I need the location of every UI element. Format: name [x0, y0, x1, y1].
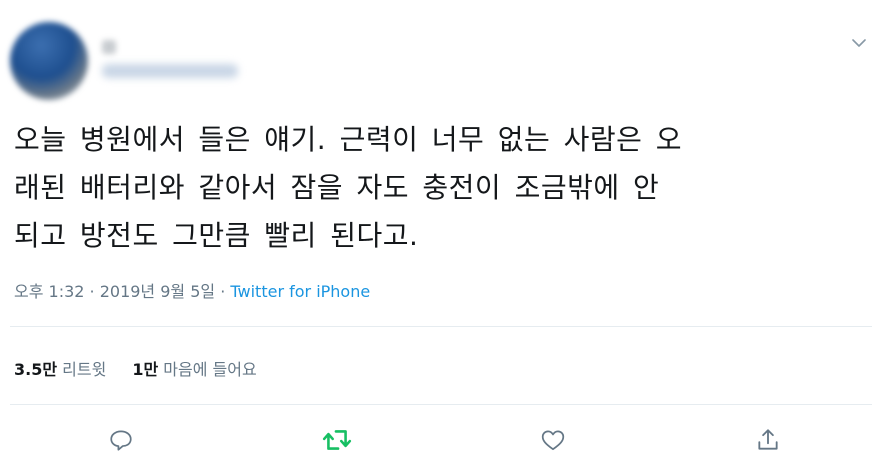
retweets-count: 3.5만	[14, 360, 58, 379]
reply-icon	[110, 430, 132, 451]
likes-count: 1만	[132, 360, 159, 379]
retweet-button[interactable]	[317, 420, 357, 460]
tweet-stats: 3.5만 리트윗 1만 마음에 들어요	[14, 356, 283, 380]
heart-icon	[541, 430, 565, 451]
tweet-timestamp[interactable]: 오후 1:32 · 2019년 9월 5일	[14, 282, 215, 301]
chevron-down-icon	[852, 39, 866, 47]
username-blurred[interactable]	[102, 64, 238, 78]
likes-label: 마음에 들어요	[163, 360, 257, 379]
likes-stat[interactable]: 1만 마음에 들어요	[132, 356, 256, 380]
avatar[interactable]	[10, 22, 88, 100]
like-button[interactable]	[533, 420, 573, 460]
tweet-text-line: 되고 방전도 그만큼 빨리 된다고.	[14, 219, 419, 252]
share-icon	[758, 429, 778, 450]
retweet-icon	[322, 430, 352, 450]
more-options-button[interactable]	[846, 30, 872, 56]
tweet-text: 오늘 병원에서 들은 얘기. 근력이 너무 없는 사람은 오 래된 배터리와 같…	[14, 116, 870, 260]
tweet-meta: 오후 1:32 · 2019년 9월 5일 · Twitter for iPho…	[14, 278, 370, 302]
reply-button[interactable]	[101, 420, 141, 460]
retweets-stat[interactable]: 3.5만 리트윗	[14, 356, 106, 380]
meta-separator: ·	[215, 282, 231, 301]
divider	[10, 404, 872, 405]
tweet-text-line: 래된 배터리와 같아서 잠을 자도 충전이 조금밖에 안	[14, 171, 660, 204]
tweet-source-link[interactable]: Twitter for iPhone	[230, 282, 370, 301]
retweets-label: 리트윗	[62, 360, 107, 379]
display-name-blurred[interactable]	[102, 40, 116, 54]
share-button[interactable]	[748, 420, 788, 460]
tweet-actions	[0, 420, 882, 460]
tweet-text-line: 오늘 병원에서 들은 얘기. 근력이 너무 없는 사람은 오	[14, 123, 683, 156]
divider	[10, 326, 872, 327]
